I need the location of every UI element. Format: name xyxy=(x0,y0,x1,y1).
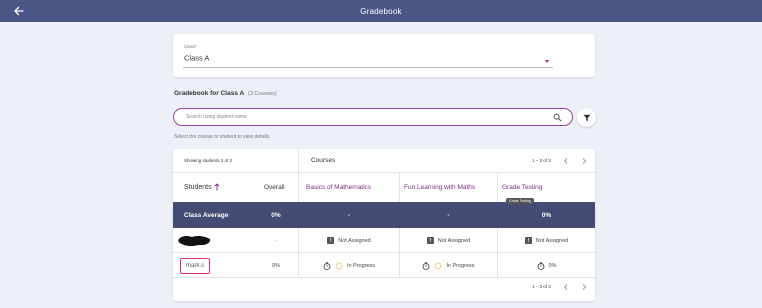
column-header-course-3[interactable]: Grade Testing xyxy=(502,173,542,201)
course-status-cell[interactable]: 0% xyxy=(498,253,595,278)
gradebook-subtitle: (3 Courses) xyxy=(248,91,277,97)
chevron-left-icon[interactable] xyxy=(562,283,570,291)
class-select-value[interactable]: Class A xyxy=(184,54,209,63)
course-status-text: Not Assigned xyxy=(437,237,471,244)
search-bar[interactable] xyxy=(173,108,573,126)
exclamation-icon: ! xyxy=(426,237,434,244)
filter-button[interactable] xyxy=(577,108,596,127)
gradebook-heading: Gradebook for Class A (3 Courses) xyxy=(174,90,277,97)
class-average-label: Class Average xyxy=(184,211,229,219)
stopwatch-icon xyxy=(537,261,544,270)
pager-range: 1 – 3 of 3 xyxy=(532,158,551,163)
footer-pager-range: 1 – 3 of 3 xyxy=(532,284,551,289)
class-select-card: Class* Class A xyxy=(173,34,595,77)
arrow-left-icon[interactable] xyxy=(11,3,27,19)
column-header-course-2[interactable]: Fun Learning with Maths xyxy=(404,173,475,201)
table-header-row: Showing students 2 of 2 Courses 1 – 3 of… xyxy=(173,149,595,173)
exclamation-icon: ! xyxy=(524,237,532,244)
column-divider xyxy=(298,149,299,202)
stopwatch-icon xyxy=(323,261,331,270)
row-overall: - xyxy=(275,237,277,244)
column-divider xyxy=(399,173,400,202)
course-status-cell[interactable]: In Progress xyxy=(400,253,497,278)
chevron-right-icon[interactable] xyxy=(580,283,588,291)
redacted-name xyxy=(178,235,211,247)
courses-label: Courses xyxy=(311,157,336,164)
table-row: mark.s 0% In Progress In Progress 0% xyxy=(173,253,595,278)
page-title: Gradebook xyxy=(360,6,402,16)
progress-icon xyxy=(434,262,442,269)
column-header-students-label: Students xyxy=(184,183,212,191)
gradebook-title: Gradebook for Class A xyxy=(174,90,245,97)
filter-icon xyxy=(583,114,590,121)
course-status-cell[interactable]: In Progress xyxy=(299,253,399,278)
class-select-underline xyxy=(183,67,553,68)
exclamation-icon: ! xyxy=(327,237,335,244)
class-select-label: Class* xyxy=(184,44,198,49)
course-status-text: Not Assigned xyxy=(338,237,371,244)
progress-icon xyxy=(335,262,343,269)
course-status-text: Not Assigned xyxy=(535,237,569,244)
class-average-course-2: - xyxy=(447,211,450,219)
course-status-cell[interactable]: ! Not Assigned xyxy=(400,228,497,253)
search-icon[interactable] xyxy=(553,113,562,122)
tooltip: Grade Testing xyxy=(506,198,534,204)
course-status-cell[interactable]: ! Not Assigned xyxy=(299,228,399,253)
chevron-left-icon[interactable] xyxy=(562,157,570,165)
chevron-right-icon[interactable] xyxy=(580,157,588,165)
course-status-text: In Progress xyxy=(346,262,376,269)
student-name-link[interactable]: mark.s xyxy=(180,258,210,274)
class-average-course-3: 0% xyxy=(541,211,552,219)
row-overall: 0% xyxy=(272,262,280,269)
course-status-text: 0% xyxy=(548,262,557,269)
column-divider xyxy=(497,173,498,202)
column-header-course-1[interactable]: Basics of Mathematics xyxy=(306,173,371,201)
class-average-overall: 0% xyxy=(271,211,281,219)
search-input[interactable] xyxy=(186,112,526,122)
table-row: - ! Not Assigned ! Not Assigned ! Not As… xyxy=(173,228,595,253)
column-header-students[interactable]: Students xyxy=(184,173,220,201)
course-status-text: In Progress xyxy=(446,262,475,269)
class-average-row: Class Average 0% - - 0% xyxy=(173,202,595,228)
top-bar: Gradebook xyxy=(0,0,762,22)
hint-text: Select the course or student to view det… xyxy=(174,134,271,140)
class-average-course-1: - xyxy=(347,211,351,219)
column-header-overall: Overall xyxy=(264,183,285,191)
stopwatch-icon xyxy=(423,261,430,270)
chevron-down-icon[interactable] xyxy=(545,60,549,63)
gradebook-table: Showing students 2 of 2 Courses 1 – 3 of… xyxy=(173,149,595,301)
arrow-up-icon[interactable] xyxy=(214,183,220,191)
course-status-cell[interactable]: ! Not Assigned xyxy=(498,228,595,253)
showing-count: Showing students 2 of 2 xyxy=(184,158,233,163)
